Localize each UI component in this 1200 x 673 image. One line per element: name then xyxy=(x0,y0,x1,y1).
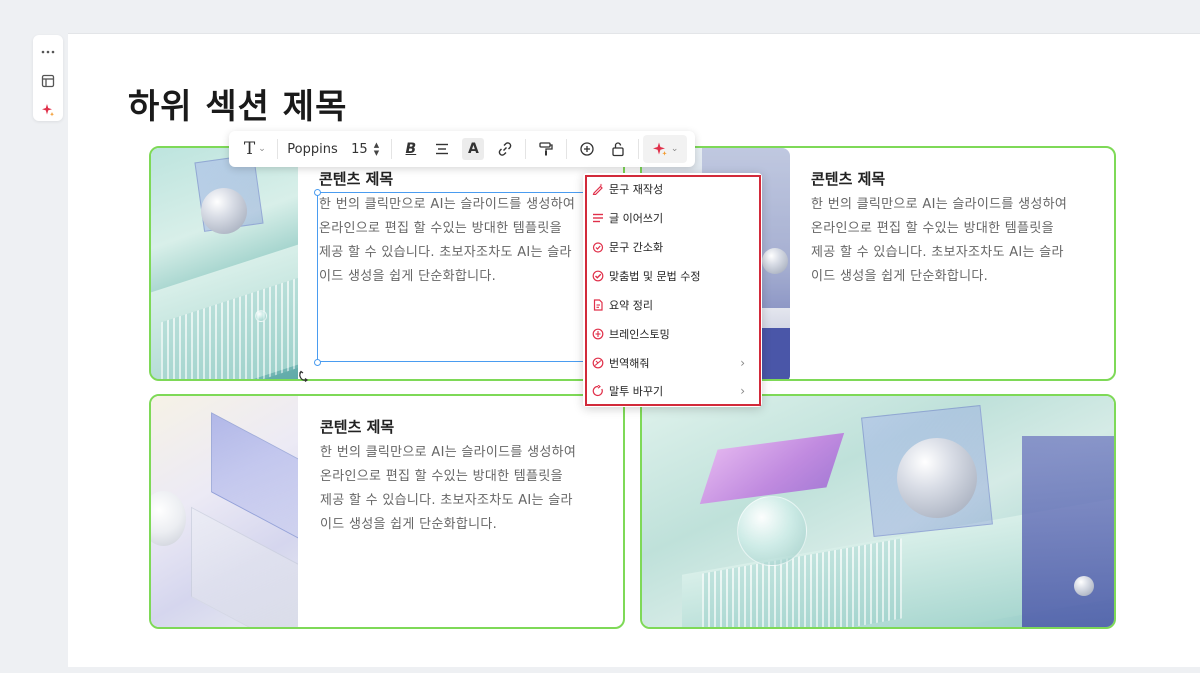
card-body[interactable]: 한 번의 클릭만으로 AI는 슬라이드를 생성하여 온라인으로 편집 할 수있는… xyxy=(320,441,620,537)
layout-icon[interactable] xyxy=(37,70,59,91)
ai-menu-label: 요약 정리 xyxy=(609,299,653,312)
bold-button[interactable]: B xyxy=(396,135,426,163)
align-button[interactable] xyxy=(426,135,458,163)
divider xyxy=(276,139,278,159)
ai-menu-item-continue[interactable]: 글 이어쓰기 xyxy=(591,206,755,230)
content-card[interactable]: 콘텐츠 제목 한 번의 클릭만으로 AI는 슬라이드를 생성하여 온라인으로 편… xyxy=(149,394,625,629)
card-body[interactable]: 한 번의 클릭만으로 AI는 슬라이드를 생성하여 온라인으로 편집 할 수있는… xyxy=(811,193,1111,289)
divider xyxy=(390,139,392,159)
chevron-down-icon: ⌄ xyxy=(258,144,266,154)
ai-menu-item-brainstorm[interactable]: 브레인스토밍 xyxy=(591,322,755,346)
ai-menu-item-rewrite[interactable]: 문구 재작성 xyxy=(591,177,755,201)
rotate-handle-icon[interactable] xyxy=(298,367,312,382)
more-icon[interactable] xyxy=(37,41,59,62)
ai-menu-label: 문구 재작성 xyxy=(609,183,664,196)
font-size-stepper[interactable]: 15 ▲ ▼ xyxy=(343,135,387,163)
ai-menu-label: 맞춤법 및 문법 수정 xyxy=(609,270,701,283)
ai-menu-item-tone[interactable]: 말투 바꾸기 › xyxy=(591,379,755,403)
ai-menu-item-simplify[interactable]: 문구 간소화 xyxy=(591,235,755,259)
unlock-icon xyxy=(612,142,625,157)
resize-handle[interactable] xyxy=(314,359,321,366)
ai-menu-label: 글 이어쓰기 xyxy=(609,212,664,225)
divider xyxy=(638,139,640,159)
text-selection-frame[interactable] xyxy=(317,192,589,362)
text-color-button[interactable]: A xyxy=(458,135,490,163)
ai-menu-item-translate[interactable]: 번역해줘 › xyxy=(591,351,755,375)
lock-button[interactable] xyxy=(603,135,635,163)
divider xyxy=(565,139,567,159)
ai-menu-label: 브레인스토밍 xyxy=(609,328,670,341)
image-card[interactable] xyxy=(640,394,1116,629)
text-type-icon: T xyxy=(243,139,256,159)
card-body-line: 제공 할 수 있습니다. 초보자조차도 AI는 슬라 xyxy=(811,245,1064,260)
ai-menu-item-summary[interactable]: 요약 정리 xyxy=(591,293,755,317)
tone-icon xyxy=(591,384,605,398)
card-image xyxy=(151,148,298,379)
add-circle-icon xyxy=(580,142,594,156)
font-size-value: 15 xyxy=(351,141,368,157)
bold-icon: B xyxy=(405,141,417,157)
card-body-line: 온라인으로 편집 할 수있는 방대한 템플릿을 xyxy=(320,469,563,484)
lines-icon xyxy=(591,211,605,225)
card-title[interactable]: 콘텐츠 제목 xyxy=(811,168,885,189)
card-body-line: 온라인으로 편집 할 수있는 방대한 템플릿을 xyxy=(811,221,1054,236)
align-center-icon xyxy=(435,143,448,155)
ai-menu-label: 말투 바꾸기 xyxy=(609,385,664,398)
format-painter-button[interactable] xyxy=(530,135,562,163)
text-style-dropdown[interactable]: T ⌄ xyxy=(237,135,273,163)
insert-button[interactable] xyxy=(571,135,603,163)
spellcheck-icon xyxy=(591,269,605,283)
pen-sparkle-icon xyxy=(591,182,605,196)
brainstorm-icon xyxy=(591,327,605,341)
divider xyxy=(525,139,527,159)
stepper-arrows-icon: ▲ ▼ xyxy=(373,141,380,157)
slide-title[interactable]: 하위 섹션 제목 xyxy=(128,79,347,128)
card-body-line: 이드 생성을 쉽게 단순화합니다. xyxy=(320,517,498,532)
ai-menu-label: 번역해줘 xyxy=(609,357,650,370)
ai-menu-item-spellcheck[interactable]: 맞춤법 및 문법 수정 xyxy=(591,264,755,288)
link-icon xyxy=(498,142,512,156)
summary-icon xyxy=(591,298,605,312)
card-title[interactable]: 콘텐츠 제목 xyxy=(319,168,393,189)
card-body-line: 제공 할 수 있습니다. 초보자조차도 AI는 슬라 xyxy=(320,493,573,508)
ai-menu-label: 문구 간소화 xyxy=(609,241,664,254)
chevron-right-icon: › xyxy=(740,356,745,370)
card-body-line: 한 번의 클릭만으로 AI는 슬라이드를 생성하여 xyxy=(320,445,577,460)
chevron-right-icon: › xyxy=(740,384,745,398)
simplify-icon xyxy=(591,240,605,254)
card-image xyxy=(642,396,1114,627)
side-toolbar xyxy=(33,35,63,121)
card-title[interactable]: 콘텐츠 제목 xyxy=(320,416,394,437)
font-family-select[interactable]: Poppins xyxy=(282,135,344,163)
text-color-icon: A xyxy=(462,138,485,160)
chevron-down-icon: ⌄ xyxy=(670,144,679,154)
ai-menu: 문구 재작성 글 이어쓰기 문구 간소화 맞춤법 및 문법 수정 요약 정리 브… xyxy=(583,173,762,407)
text-format-toolbar: T ⌄ Poppins 15 ▲ ▼ B A ⌄ xyxy=(229,131,695,167)
ai-assist-button[interactable]: ⌄ xyxy=(643,135,688,163)
card-image xyxy=(151,396,298,627)
ai-sparkle-icon[interactable] xyxy=(37,100,59,121)
card-body-line: 이드 생성을 쉽게 단순화합니다. xyxy=(811,269,989,284)
resize-handle[interactable] xyxy=(314,189,321,196)
ai-sparkle-icon xyxy=(652,142,667,156)
translate-icon xyxy=(591,356,605,370)
paint-roller-icon xyxy=(539,142,553,156)
link-button[interactable] xyxy=(489,135,521,163)
card-body-line: 한 번의 클릭만으로 AI는 슬라이드를 생성하여 xyxy=(811,197,1068,212)
